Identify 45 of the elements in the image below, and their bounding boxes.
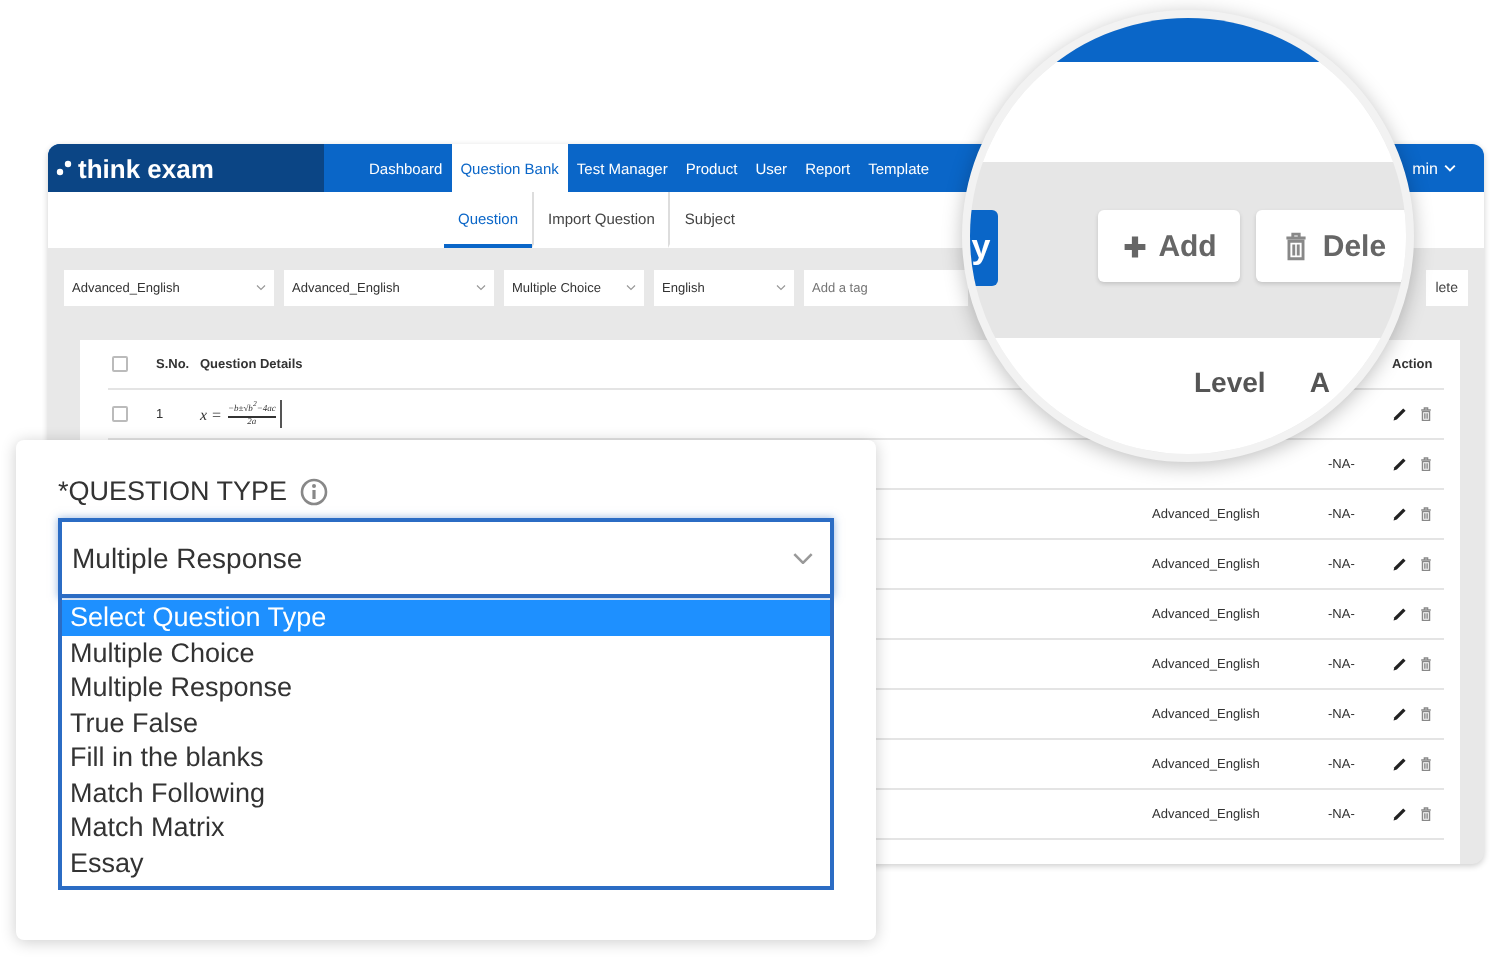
question-type-dropdown[interactable]: Multiple Response [58, 518, 834, 598]
edit-icon[interactable] [1392, 706, 1408, 722]
add-button[interactable]: Add [1098, 210, 1241, 282]
logo-text: think exam [78, 153, 214, 183]
option-item[interactable]: Essay [62, 845, 830, 880]
chevron-down-icon [256, 284, 266, 292]
trash-icon[interactable] [1418, 606, 1434, 622]
trash-icon[interactable] [1418, 456, 1434, 472]
option-item[interactable]: True False [62, 705, 830, 740]
logo-icon [56, 160, 72, 176]
option-item[interactable]: Match Following [62, 775, 830, 810]
formula-lhs: x = [200, 405, 222, 423]
info-icon[interactable] [299, 477, 328, 505]
option-item[interactable]: Multiple Choice [62, 635, 830, 670]
trash-icon[interactable] [1418, 756, 1434, 772]
column-header: Level [1194, 366, 1266, 402]
option-item[interactable]: Match Matrix [62, 810, 830, 845]
trash-icon[interactable] [1418, 506, 1434, 522]
chevron-down-icon [476, 284, 486, 292]
edit-icon[interactable] [1392, 406, 1408, 422]
delete-button[interactable]: Dele [1256, 210, 1406, 282]
trash-icon[interactable] [1418, 556, 1434, 572]
edit-icon[interactable] [1392, 806, 1408, 822]
row-checkbox[interactable] [112, 406, 128, 422]
chevron-down-icon [626, 284, 636, 292]
option-item[interactable]: Multiple Response [62, 670, 830, 705]
edit-icon[interactable] [1392, 606, 1408, 622]
edit-icon[interactable] [1392, 556, 1408, 572]
trash-icon[interactable] [1418, 806, 1434, 822]
field-label: *QUESTION TYPE [58, 476, 288, 506]
chevron-down-icon [792, 551, 814, 565]
plus-icon [1122, 233, 1149, 259]
apply-button[interactable]: ly [970, 210, 999, 286]
chevron-down-icon [776, 284, 786, 292]
column-header: A [1309, 366, 1330, 402]
edit-icon[interactable] [1392, 656, 1408, 672]
option-item[interactable]: Fill in the blanks [62, 740, 830, 775]
edit-icon[interactable] [1392, 506, 1408, 522]
chevron-down-icon [1444, 164, 1456, 172]
trash-icon[interactable] [1418, 656, 1434, 672]
trash-icon[interactable] [1418, 706, 1434, 722]
trash-icon[interactable] [1418, 406, 1434, 422]
user-menu[interactable]: min [1412, 159, 1456, 177]
edit-icon[interactable] [1392, 756, 1408, 772]
select-all-checkbox[interactable] [112, 356, 128, 372]
